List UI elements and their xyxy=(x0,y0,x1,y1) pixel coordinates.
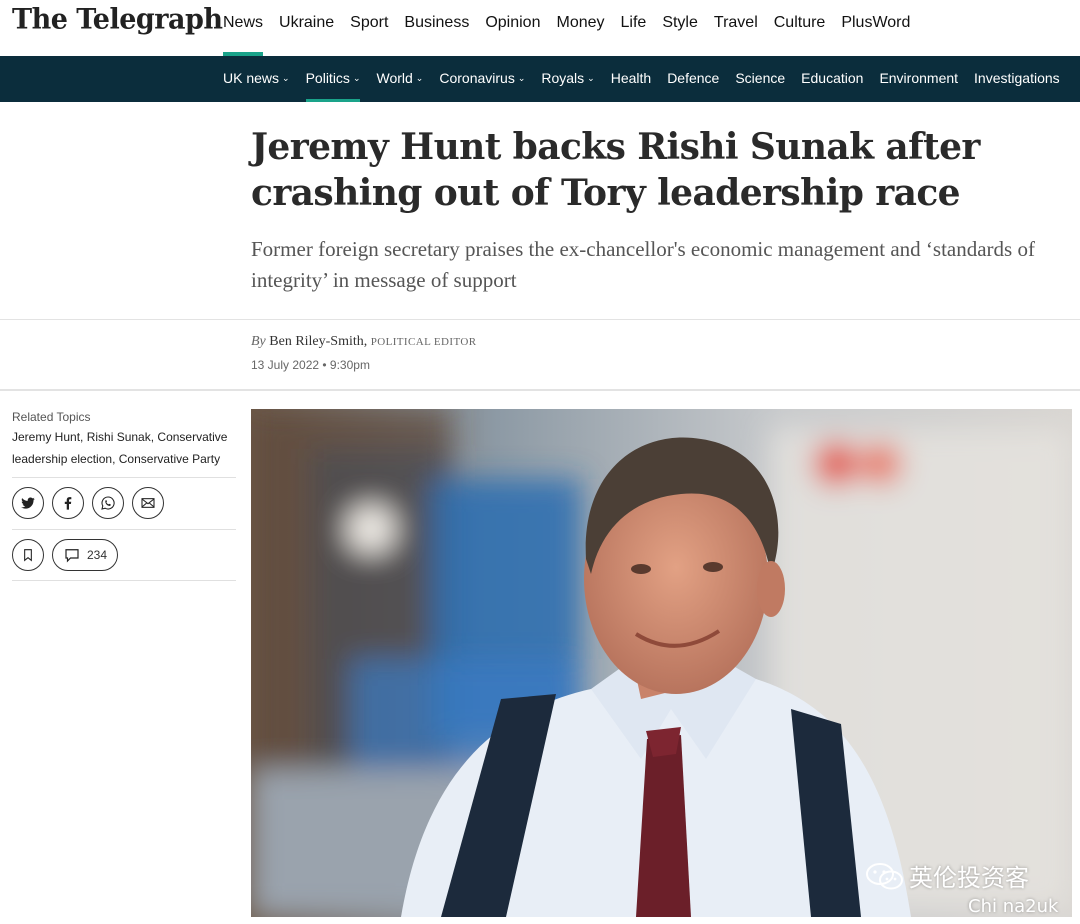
subnav-health[interactable]: Health xyxy=(603,57,659,102)
subnav-science[interactable]: Science xyxy=(727,57,793,102)
section-nav: UK news ⌄ Politics ⌄ World ⌄ Coronavirus ⌄ R… xyxy=(215,57,1068,102)
comments-button[interactable]: 234 xyxy=(52,539,119,571)
comment-count: 234 xyxy=(87,548,108,562)
topic-link[interactable]: Conservative Party xyxy=(119,452,220,466)
nav-plusword[interactable]: PlusWord xyxy=(833,0,918,56)
wechat-icon xyxy=(866,862,903,889)
topic-link[interactable]: Rishi Sunak, xyxy=(87,430,154,444)
chevron-down-icon: ⌄ xyxy=(517,73,526,83)
portrait-photo xyxy=(251,409,1072,917)
subnav-world[interactable]: World ⌄ xyxy=(368,57,431,102)
subnav-defence[interactable]: Defence xyxy=(659,57,727,102)
nav-ukraine[interactable]: Ukraine xyxy=(271,0,342,56)
related-topics-heading: Related Topics xyxy=(12,410,91,424)
article-standfirst: Former foreign secretary praises the ex-… xyxy=(251,237,1035,292)
chevron-down-icon: ⌄ xyxy=(282,73,290,83)
subnav-label: Politics xyxy=(305,70,350,86)
subnav-uk-news[interactable]: UK news ⌄ xyxy=(215,57,298,102)
article-lead-image xyxy=(251,409,1072,917)
nav-style[interactable]: Style xyxy=(654,0,706,56)
subnav-label: Coronavirus xyxy=(439,70,515,86)
related-topics-list: Jeremy Hunt, Rishi Sunak, Conservative l… xyxy=(12,426,236,470)
telegraph-logo[interactable]: The Telegraph xyxy=(12,3,223,36)
subnav-politics[interactable]: Politics ⌄ xyxy=(298,57,369,102)
nav-money[interactable]: Money xyxy=(548,0,612,56)
nav-life[interactable]: Life xyxy=(613,0,655,56)
facebook-share-button[interactable] xyxy=(52,487,84,519)
nav-travel[interactable]: Travel xyxy=(706,0,766,56)
subnav-coronavirus[interactable]: Coronavirus ⌄ xyxy=(431,57,533,102)
email-share-button[interactable] xyxy=(132,487,164,519)
whatsapp-icon xyxy=(101,496,115,510)
publish-date: 13 July 2022 • 9:30pm xyxy=(251,358,370,372)
comment-icon xyxy=(65,549,79,563)
top-header: The Telegraph News Ukraine Sport Busines… xyxy=(0,0,1080,56)
twitter-share-button[interactable] xyxy=(12,487,44,519)
watermark-subtext: Chi na2uk xyxy=(968,896,1059,917)
byline-prefix: By xyxy=(251,334,266,349)
subnav-label: Royals xyxy=(541,70,585,86)
bookmark-icon xyxy=(24,549,32,562)
nav-opinion[interactable]: Opinion xyxy=(477,0,548,56)
divider xyxy=(0,319,1080,320)
article-sidebar: Related Topics Jeremy Hunt, Rishi Sunak,… xyxy=(12,410,236,581)
divider xyxy=(0,389,1080,391)
author-role: Political Editor xyxy=(370,336,477,348)
byline: By Ben Riley-Smith, Political Editor xyxy=(251,334,476,350)
article-actions: 234 xyxy=(12,530,236,580)
watermark-text: 英伦投资客 xyxy=(909,864,1029,892)
email-icon xyxy=(141,498,155,508)
subnav-royals[interactable]: Royals ⌄ xyxy=(533,57,602,102)
nav-sport[interactable]: Sport xyxy=(342,0,396,56)
divider xyxy=(12,580,236,581)
section-nav-bar: UK news ⌄ Politics ⌄ World ⌄ Coronavirus ⌄ R… xyxy=(0,56,1080,102)
nav-business[interactable]: Business xyxy=(396,0,477,56)
subnav-education[interactable]: Education xyxy=(793,57,871,102)
topic-link[interactable]: Jeremy Hunt, xyxy=(12,430,83,444)
whatsapp-share-button[interactable] xyxy=(92,487,124,519)
primary-nav: News Ukraine Sport Business Opinion Mone… xyxy=(215,0,918,56)
subnav-label: UK news xyxy=(223,70,280,86)
wechat-watermark: 英伦投资客 xyxy=(865,858,1029,893)
chevron-down-icon: ⌄ xyxy=(587,73,595,83)
chevron-down-icon: ⌄ xyxy=(352,73,361,83)
subnav-environment[interactable]: Environment xyxy=(871,57,966,102)
nav-news[interactable]: News xyxy=(215,0,271,56)
article-headline: Jeremy Hunt backs Rishi Sunak after cras… xyxy=(251,126,980,214)
nav-culture[interactable]: Culture xyxy=(766,0,834,56)
subnav-investigations[interactable]: Investigations xyxy=(966,57,1068,102)
twitter-icon xyxy=(21,497,35,509)
share-buttons xyxy=(12,478,236,529)
subnav-label: World xyxy=(376,70,413,86)
author-name[interactable]: Ben Riley-Smith, xyxy=(269,334,367,349)
facebook-icon xyxy=(64,497,72,510)
chevron-down-icon: ⌄ xyxy=(415,73,424,83)
save-article-button[interactable] xyxy=(12,539,44,571)
